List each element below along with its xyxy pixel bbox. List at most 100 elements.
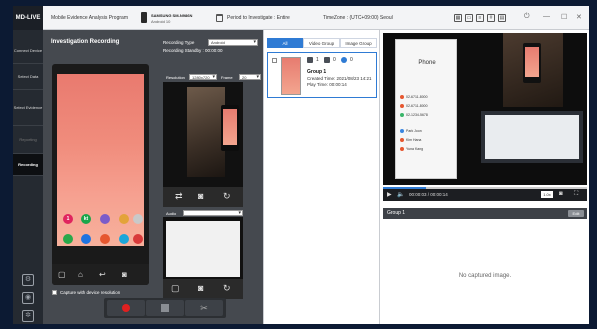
- call-row: 02-1234-5678: [400, 112, 454, 119]
- camera-photo: [187, 87, 239, 177]
- record-button[interactable]: [107, 300, 145, 316]
- camera-icon[interactable]: ◙: [122, 270, 127, 279]
- period-text: Period to Investigate : Entire: [227, 15, 290, 21]
- screen-preview-image: [166, 221, 240, 277]
- audio-select[interactable]: [183, 210, 243, 216]
- rotate-icon[interactable]: ↻: [223, 191, 231, 202]
- group-checkbox[interactable]: [272, 58, 277, 63]
- nav-connect-device[interactable]: Connect Device: [13, 38, 43, 64]
- phone-app-icon[interactable]: [81, 234, 91, 244]
- video-camera-photo: [503, 33, 563, 107]
- phone-app-icon[interactable]: [119, 214, 129, 224]
- image-count: 0: [333, 57, 336, 63]
- back-icon[interactable]: ↩: [99, 270, 106, 279]
- capture-resolution-checkbox[interactable]: [52, 290, 57, 295]
- video-desktop-screen: [485, 115, 579, 159]
- grid-icon[interactable]: ▦: [454, 14, 462, 22]
- group-thumbnail: [281, 57, 301, 95]
- screen-preview: ▢ ◙ ↻: [163, 217, 243, 299]
- group-play-time: Play Time: 00:00:14: [307, 82, 347, 87]
- device-mirror-screen[interactable]: 1 kt ▢ ⌂ ↩ ◙: [52, 64, 149, 285]
- maximize-icon[interactable]: ☐: [561, 13, 567, 21]
- camera-phone: [221, 105, 239, 151]
- nav-recording[interactable]: Recording: [13, 154, 43, 176]
- home-icon[interactable]: ⌂: [78, 270, 83, 279]
- phone-app-icon[interactable]: [100, 214, 110, 224]
- video-viewer: Phone 02-6711-8000 02-6711-8000 02-1234-…: [379, 30, 589, 324]
- tab-image-group[interactable]: Image Group: [340, 38, 377, 48]
- share-icon: [341, 57, 347, 63]
- app-window: MD-LIVE Mobile Evidence Analysis Program…: [13, 6, 589, 324]
- call-row: Park Joon: [400, 128, 454, 135]
- video-time: 00:00:03 / 00:00:14: [409, 192, 448, 197]
- rotate-icon[interactable]: ↻: [223, 283, 231, 294]
- square-icon[interactable]: ▢: [58, 270, 66, 279]
- phone-app-icon[interactable]: [119, 234, 129, 244]
- call-row: 02-6711-8000: [400, 103, 454, 110]
- frame-select[interactable]: 20: [239, 74, 261, 80]
- share-count: 0: [350, 57, 353, 63]
- phone-app-icon[interactable]: 1: [63, 214, 73, 224]
- phone-toolbar: ▢ ⌂ ↩ ◙: [52, 264, 149, 285]
- power-icon[interactable]: ⏻: [524, 13, 530, 21]
- play-icon[interactable]: ▶: [387, 191, 392, 198]
- minimize-icon[interactable]: —: [543, 13, 550, 20]
- image-icon: [324, 57, 330, 63]
- group-edit-button[interactable]: Edit: [568, 210, 584, 217]
- phone-app-icon[interactable]: [63, 234, 73, 244]
- device-name: SAMSUNG SM-N986N: [151, 13, 193, 18]
- fullscreen-icon[interactable]: ⛶: [574, 191, 578, 198]
- list-icon[interactable]: ≡: [476, 14, 484, 22]
- monitor-icon[interactable]: ▭: [465, 14, 473, 22]
- group-card[interactable]: 1 0 0 Group 1 Created Time: 2021/08/23 1…: [267, 52, 377, 98]
- hash-icon[interactable]: #: [487, 14, 495, 22]
- group-bar: Group 1 Edit: [383, 208, 587, 219]
- camera-settings-icon[interactable]: ◉: [22, 292, 34, 304]
- tab-all[interactable]: All: [267, 38, 303, 48]
- group-list-panel: All Video Group Image Group 1 0 0 Group …: [263, 30, 379, 324]
- video-phone-app: Phone 02-6711-8000 02-6711-8000 02-1234-…: [395, 39, 457, 179]
- stop-button[interactable]: [146, 300, 184, 316]
- video-camera-phone: [523, 43, 541, 83]
- scissors-icon[interactable]: ✂: [185, 300, 223, 316]
- nav-reporting[interactable]: Reporting: [13, 126, 43, 154]
- recording-status: Recording Standby : 00:00:00: [163, 48, 223, 53]
- nav-select-data[interactable]: Select Data: [13, 64, 43, 90]
- video-camera-phone-screen: [525, 47, 539, 77]
- close-icon[interactable]: ✕: [576, 13, 582, 21]
- settings-icon[interactable]: ✲: [22, 310, 34, 322]
- phone-app-title: Phone: [418, 60, 436, 66]
- video-controls: ▶ 🔈 00:00:03 / 00:00:14 1.0x ◙ ⛶: [383, 189, 587, 201]
- app-title: Mobile Evidence Analysis Program: [51, 15, 128, 21]
- resolution-select[interactable]: 1280x720: [189, 74, 217, 80]
- video-count: 1: [316, 57, 319, 63]
- recording-panel: Investigation Recording Recording Type A…: [43, 30, 263, 324]
- video-player[interactable]: Phone 02-6711-8000 02-6711-8000 02-1234-…: [383, 33, 587, 185]
- phone-app-icon[interactable]: [133, 214, 143, 224]
- device-settings-icon[interactable]: ⚙: [22, 274, 34, 286]
- call-row: Yuna Kang: [400, 146, 454, 153]
- call-row: Kim Hana: [400, 137, 454, 144]
- tab-video-group[interactable]: Video Group: [303, 38, 340, 48]
- camera-icon[interactable]: ◙: [559, 191, 563, 197]
- camera-preview: ⇄ ◙ ↻: [163, 82, 243, 207]
- audio-label: Audio: [166, 211, 177, 216]
- phone-app-icon[interactable]: [100, 234, 110, 244]
- phone-app-icon[interactable]: [133, 234, 143, 244]
- camera-icon[interactable]: ◙: [198, 283, 203, 293]
- report-icon[interactable]: ▤: [498, 14, 506, 22]
- calendar-icon: [216, 14, 223, 22]
- volume-icon[interactable]: 🔈: [397, 191, 404, 198]
- group-created-time: Created Time: 2021/08/23 14:21: [307, 76, 372, 81]
- phone-app-icon[interactable]: kt: [81, 214, 91, 224]
- recording-type-select[interactable]: Android: [208, 39, 258, 46]
- resolution-label: Resolution: [166, 75, 185, 80]
- square-icon[interactable]: ▢: [171, 283, 180, 294]
- call-row: 02-6711-8000: [400, 94, 454, 101]
- swap-icon[interactable]: ⇄: [175, 191, 183, 202]
- frame-label: Frame: [221, 75, 233, 80]
- nav-select-evidence[interactable]: Select Evidence: [13, 90, 43, 126]
- camera-icon[interactable]: ◙: [198, 191, 203, 201]
- playback-rate-select[interactable]: 1.0x: [541, 191, 553, 198]
- camera-controls: ⇄ ◙ ↻: [163, 187, 243, 207]
